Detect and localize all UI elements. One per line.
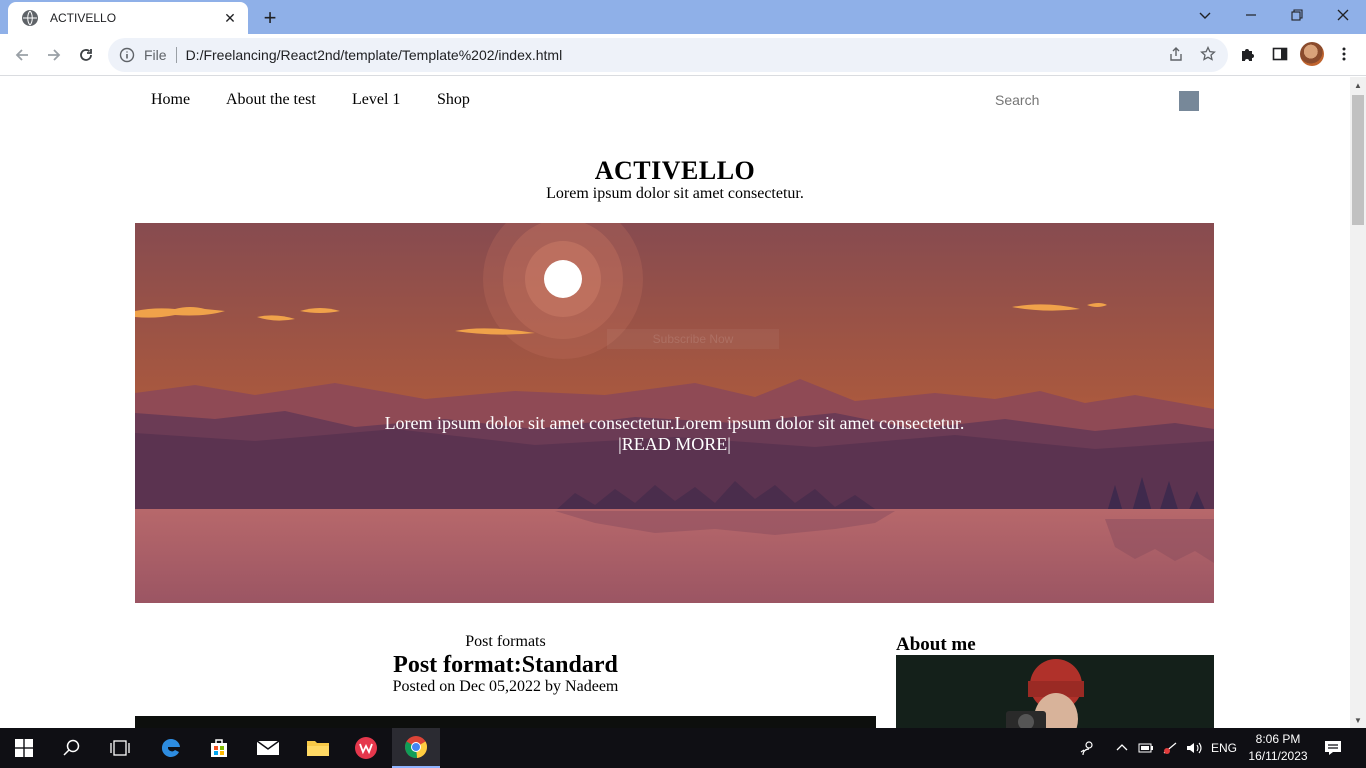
taskbar-store[interactable] [195, 728, 243, 768]
close-tab-icon[interactable]: ✕ [220, 8, 240, 28]
store-icon [211, 739, 227, 757]
taskbar-clock[interactable]: 8:06 PM 16/11/2023 [1246, 731, 1310, 765]
nav-link-shop[interactable]: Shop [437, 91, 470, 109]
nav-link-home[interactable]: Home [151, 91, 190, 109]
url-scheme-label: File [144, 47, 167, 63]
restore-button[interactable] [1274, 0, 1320, 30]
page-scrollbar[interactable]: ▲ ▼ [1350, 77, 1366, 728]
site-title: ACTIVELLO [594, 156, 756, 185]
new-tab-button[interactable]: + [258, 5, 282, 30]
scrollbar-thumb[interactable] [1352, 95, 1364, 225]
people-icon [1080, 741, 1093, 756]
hero-banner: Subscribe Now Lorem ipsum dolor sit amet… [135, 223, 1214, 603]
side-panel-button[interactable] [1268, 42, 1292, 66]
post-category[interactable]: Post formats [135, 633, 876, 651]
globe-icon [22, 10, 38, 26]
taskbar-edge[interactable] [147, 728, 195, 768]
people-tray-button[interactable] [1076, 728, 1100, 768]
task-view-button[interactable] [96, 728, 144, 768]
wifi-off-icon [1163, 742, 1177, 754]
page-viewport: Home About the test Level 1 Shop Search … [0, 77, 1350, 728]
taskbar-chrome[interactable] [392, 728, 440, 768]
chevron-up-icon [1116, 744, 1128, 751]
back-button[interactable] [7, 40, 37, 70]
post-featured-image [135, 716, 876, 728]
forward-button[interactable] [39, 40, 69, 70]
clock-time: 8:06 PM [1255, 732, 1301, 746]
site-tagline: Lorem ipsum dolor sit amet consectetur. [546, 185, 804, 202]
menu-button[interactable] [1332, 42, 1356, 66]
url-divider [175, 47, 177, 63]
browser-toolbar: File D:/Freelancing/React2nd/template/Te… [0, 34, 1366, 76]
taskbar-wps[interactable] [342, 728, 390, 768]
post-title[interactable]: Post format:Standard [135, 652, 876, 679]
chevron-down-icon [1199, 12, 1211, 19]
notifications-button[interactable] [1318, 728, 1348, 768]
share-button[interactable] [1164, 42, 1188, 66]
about-me-heading: About me [896, 634, 976, 655]
tab-search-button[interactable] [1182, 0, 1228, 30]
chrome-icon [404, 736, 428, 759]
about-me-photo [896, 655, 1214, 728]
bookmark-button[interactable] [1196, 42, 1220, 66]
scroll-down-arrow-icon[interactable]: ▼ [1350, 712, 1366, 728]
speaker-icon [1187, 742, 1202, 754]
hero-faint-label: Subscribe Now [607, 329, 779, 349]
url-text[interactable]: D:/Freelancing/React2nd/template/Templat… [186, 47, 563, 63]
mail-icon [256, 740, 280, 755]
nav-link-level[interactable]: Level 1 [352, 91, 400, 109]
site-info-icon[interactable] [118, 46, 136, 64]
forward-arrow-icon [48, 49, 61, 61]
browser-tab-strip: ACTIVELLO ✕ + [0, 0, 1366, 34]
star-icon [1200, 46, 1216, 61]
edge-icon [161, 738, 180, 757]
nav-link-about[interactable]: About the test [226, 91, 316, 109]
post-meta: Posted on Dec 05,2022 by Nadeem [392, 678, 619, 695]
profile-avatar[interactable] [1300, 42, 1324, 66]
reload-button[interactable] [71, 40, 101, 70]
taskbar-search-button[interactable] [48, 728, 96, 768]
site-nav: Home About the test Level 1 Shop Search [0, 77, 1350, 125]
browser-tab[interactable]: ACTIVELLO ✕ [8, 2, 248, 34]
taskbar-mail[interactable] [244, 728, 292, 768]
battery-tray-icon[interactable] [1136, 728, 1156, 768]
windows-taskbar: ENG 8:06 PM 16/11/2023 [0, 728, 1366, 768]
reload-icon [80, 49, 92, 61]
share-icon [1170, 47, 1182, 61]
notification-icon [1325, 741, 1341, 755]
scroll-up-arrow-icon[interactable]: ▲ [1350, 77, 1366, 93]
back-arrow-icon [15, 49, 28, 61]
minimize-icon [1246, 14, 1256, 16]
start-button[interactable] [0, 728, 48, 768]
restore-icon [1291, 9, 1303, 21]
search-input[interactable]: Search [995, 92, 1165, 112]
battery-icon [1138, 743, 1153, 753]
network-tray-icon[interactable] [1160, 728, 1180, 768]
extensions-button[interactable] [1236, 42, 1260, 66]
tab-title: ACTIVELLO [50, 11, 117, 25]
show-hidden-icons-button[interactable] [1112, 728, 1132, 768]
hero-text: Lorem ipsum dolor sit amet consectetur.L… [384, 413, 965, 433]
puzzle-icon [1242, 49, 1254, 61]
minimize-button[interactable] [1228, 0, 1274, 30]
volume-tray-icon[interactable] [1184, 728, 1206, 768]
wps-office-icon [355, 737, 377, 759]
task-view-icon [110, 740, 130, 756]
close-window-button[interactable] [1320, 0, 1366, 30]
read-more-link[interactable]: |READ MORE| [135, 434, 1214, 455]
language-indicator[interactable]: ENG [1208, 728, 1240, 768]
taskbar-file-explorer[interactable] [294, 728, 342, 768]
windows-logo-icon [15, 739, 33, 757]
folder-icon [307, 741, 329, 756]
more-vert-icon [1342, 47, 1346, 61]
clock-date: 16/11/2023 [1248, 749, 1308, 763]
search-button[interactable] [1179, 91, 1199, 111]
search-icon [63, 739, 80, 756]
side-panel-icon [1272, 47, 1288, 61]
address-bar[interactable]: File D:/Freelancing/React2nd/template/Te… [108, 38, 1228, 72]
close-icon [1337, 9, 1349, 21]
